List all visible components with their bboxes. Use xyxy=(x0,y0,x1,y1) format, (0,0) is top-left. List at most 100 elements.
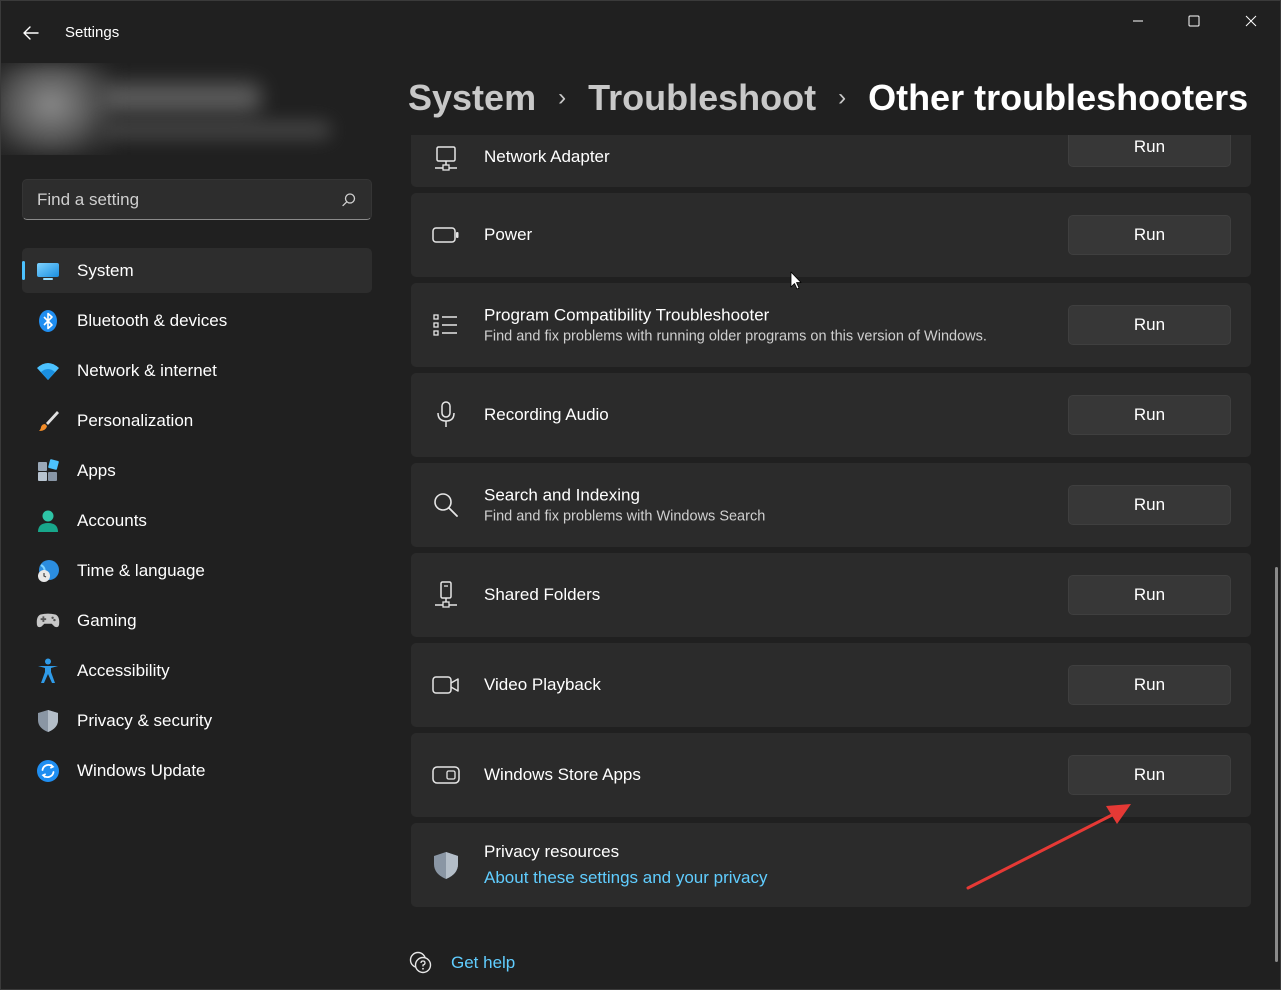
profile-email-blurred xyxy=(101,121,331,139)
maximize-button[interactable] xyxy=(1165,1,1223,41)
shield-icon xyxy=(431,850,461,880)
person-icon xyxy=(36,509,60,533)
sidebar-item-privacy-security[interactable]: Privacy & security xyxy=(22,698,372,743)
troubleshooter-recording-audio: Recording Audio Run xyxy=(411,373,1251,457)
sidebar-item-label: Accessibility xyxy=(77,660,170,680)
shield-icon xyxy=(36,709,60,733)
troubleshooter-shared-folders: Shared Folders Run xyxy=(411,553,1251,637)
troubleshooter-network-adapter: Network Adapter Run xyxy=(411,135,1251,187)
sidebar-item-accounts[interactable]: Accounts xyxy=(22,498,372,543)
sidebar-item-label: Privacy & security xyxy=(77,710,213,730)
run-button-program-compatibility[interactable]: Run xyxy=(1068,305,1231,345)
sidebar-item-windows-update[interactable]: Windows Update xyxy=(22,748,372,793)
help-chat-icon xyxy=(409,951,432,974)
sidebar-item-accessibility[interactable]: Accessibility xyxy=(22,648,372,693)
list-icon xyxy=(431,310,461,340)
close-icon xyxy=(1245,15,1257,27)
back-button[interactable] xyxy=(15,19,47,47)
sidebar-nav: System Bluetooth & devices Network & int… xyxy=(22,248,372,798)
privacy-link[interactable]: About these settings and your privacy xyxy=(484,868,768,888)
troubleshooter-title: Search and Indexing xyxy=(484,485,640,505)
troubleshooter-windows-store-apps: Windows Store Apps Run xyxy=(411,733,1251,817)
sidebar-item-label: System xyxy=(77,260,134,280)
bluetooth-icon xyxy=(36,309,60,333)
wifi-icon xyxy=(36,359,60,383)
chevron-right-icon: › xyxy=(838,84,847,111)
microphone-icon xyxy=(431,400,461,430)
run-button-recording-audio[interactable]: Run xyxy=(1068,395,1231,435)
privacy-resources-title: Privacy resources xyxy=(484,842,620,861)
sidebar-item-label: Gaming xyxy=(77,610,137,630)
paintbrush-icon xyxy=(36,409,60,433)
profile-name-blurred xyxy=(101,83,261,113)
chevron-right-icon: › xyxy=(558,84,567,111)
get-help-link[interactable]: Get help xyxy=(409,951,515,975)
sidebar-item-label: Accounts xyxy=(77,510,147,530)
maximize-icon xyxy=(1188,15,1200,27)
troubleshooter-title: Program Compatibility Troubleshooter xyxy=(484,305,770,325)
gamepad-icon xyxy=(36,609,60,633)
sidebar-item-label: Time & language xyxy=(77,560,205,580)
apps-icon xyxy=(36,458,60,483)
back-arrow-icon xyxy=(23,26,39,40)
update-icon xyxy=(36,759,60,783)
troubleshooter-power: Power Run xyxy=(411,193,1251,277)
troubleshooter-title: Windows Store Apps xyxy=(484,765,641,784)
close-button[interactable] xyxy=(1222,1,1280,41)
avatar xyxy=(1,63,111,155)
run-button-power[interactable]: Run xyxy=(1068,215,1231,255)
accessibility-icon xyxy=(36,658,60,683)
search-box[interactable] xyxy=(22,179,372,220)
sidebar-item-time-language[interactable]: Time & language xyxy=(22,548,372,593)
run-button-network-adapter[interactable]: Run xyxy=(1068,135,1231,167)
privacy-resources: Privacy resources About these settings a… xyxy=(411,823,1251,907)
breadcrumb-troubleshoot[interactable]: Troubleshoot xyxy=(588,77,816,119)
sidebar-item-gaming[interactable]: Gaming xyxy=(22,598,372,643)
breadcrumb: System › Troubleshoot › Other troublesho… xyxy=(408,75,1248,121)
troubleshooter-title: Video Playback xyxy=(484,675,601,694)
troubleshooter-title: Recording Audio xyxy=(484,405,609,424)
user-profile[interactable] xyxy=(1,63,371,155)
sidebar-item-label: Windows Update xyxy=(77,760,206,780)
minimize-button[interactable] xyxy=(1109,1,1167,41)
scrollbar-thumb[interactable] xyxy=(1275,567,1278,962)
run-button-search-indexing[interactable]: Run xyxy=(1068,485,1231,525)
get-help-label: Get help xyxy=(451,953,516,972)
globe-clock-icon xyxy=(36,559,60,583)
minimize-icon xyxy=(1133,20,1143,22)
video-camera-icon xyxy=(431,670,461,700)
sidebar-item-label: Apps xyxy=(77,460,116,480)
troubleshooter-title: Power xyxy=(484,225,533,244)
breadcrumb-system[interactable]: System xyxy=(408,77,536,119)
app-title: Settings xyxy=(65,24,120,41)
sidebar-item-apps[interactable]: Apps xyxy=(22,448,372,493)
sidebar-item-bluetooth[interactable]: Bluetooth & devices xyxy=(22,298,372,343)
troubleshooter-title: Shared Folders xyxy=(484,585,601,604)
troubleshooter-program-compatibility: Program Compatibility Troubleshooter Fin… xyxy=(411,283,1251,367)
troubleshooter-description: Find and fix problems with Windows Searc… xyxy=(484,508,766,525)
troubleshooter-title: Network Adapter xyxy=(484,147,610,166)
search-input[interactable] xyxy=(37,189,341,210)
run-button-windows-store-apps[interactable]: Run xyxy=(1068,755,1231,795)
sidebar-item-label: Bluetooth & devices xyxy=(77,310,228,330)
shared-folder-icon xyxy=(431,580,461,610)
search-icon xyxy=(342,192,356,206)
troubleshooter-list: Network Adapter Run Power Run Program Co… xyxy=(411,135,1251,990)
run-button-video-playback[interactable]: Run xyxy=(1068,665,1231,705)
troubleshooter-video-playback: Video Playback Run xyxy=(411,643,1251,727)
store-apps-icon xyxy=(431,760,461,790)
sidebar-item-network[interactable]: Network & internet xyxy=(22,348,372,393)
monitor-icon xyxy=(36,259,60,283)
battery-icon xyxy=(431,220,461,250)
run-button-shared-folders[interactable]: Run xyxy=(1068,575,1231,615)
search-icon xyxy=(431,490,461,520)
sidebar-item-label: Network & internet xyxy=(77,360,217,380)
troubleshooter-description: Find and fix problems with running older… xyxy=(484,328,987,345)
troubleshooter-search-indexing: Search and Indexing Find and fix problem… xyxy=(411,463,1251,547)
sidebar-item-system[interactable]: System xyxy=(22,248,372,293)
sidebar-item-personalization[interactable]: Personalization xyxy=(22,398,372,443)
title-bar: Settings xyxy=(1,1,1280,63)
sidebar-item-label: Personalization xyxy=(77,410,194,430)
settings-window: Settings System xyxy=(0,0,1281,990)
network-adapter-icon xyxy=(431,144,461,174)
